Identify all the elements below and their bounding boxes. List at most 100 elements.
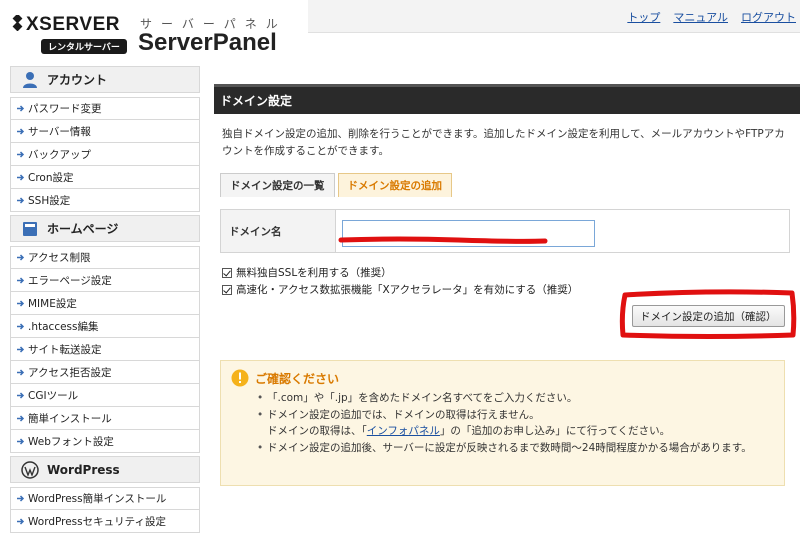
warning-icon: [231, 369, 249, 387]
sidebar-item-label: CGIツール: [28, 389, 79, 402]
sidebar-item-easy-install[interactable]: 簡単インストール: [11, 407, 199, 430]
sidebar-item-server-info[interactable]: サーバー情報: [11, 120, 199, 143]
sidebar: アカウント パスワード変更 サーバー情報 バックアップ Cron設定 SSH設定…: [10, 66, 200, 556]
arrow-right-icon: [17, 517, 25, 525]
xaccelerator-checkbox[interactable]: [222, 284, 232, 295]
server-panel-title: ServerPanel: [138, 29, 277, 56]
arrow-right-icon: [17, 322, 25, 330]
domain-name-label: ドメイン名: [221, 210, 336, 252]
arrow-right-icon: [17, 299, 25, 307]
domain-form: ドメイン名: [220, 209, 790, 253]
arrow-right-icon: [17, 150, 25, 158]
top-links: トップ マニュアル ログアウト: [627, 9, 796, 25]
sidebar-item-webfont[interactable]: Webフォント設定: [11, 430, 199, 453]
notice-subline: ドメインの取得は、「インフォパネル」の「追加のお申し込み」にて行ってください。: [267, 423, 777, 440]
sidebar-section-title: アカウント: [47, 73, 108, 87]
sidebar-item-label: バックアップ: [28, 148, 91, 161]
sidebar-item-label: エラーページ設定: [28, 274, 112, 287]
sidebar-item-wp-security[interactable]: WordPressセキュリティ設定: [11, 510, 199, 533]
logout-link[interactable]: ログアウト: [741, 9, 796, 25]
notice-title: ご確認ください: [255, 371, 340, 386]
sidebar-item-access-deny[interactable]: アクセス拒否設定: [11, 361, 199, 384]
arrow-right-icon: [17, 495, 25, 502]
notice-header: ご確認ください: [231, 369, 339, 387]
main-content: ドメイン設定 独自ドメイン設定の追加、削除を行うことができます。追加したドメイン…: [214, 84, 800, 327]
red-annotation-box: [619, 289, 797, 339]
notice-sub-before: ドメインの取得は、「: [267, 425, 367, 437]
wordpress-icon: [21, 460, 39, 479]
xaccelerator-label: 高速化・アクセス数拡張機能「Xアクセラレータ」を有効にする（推奨）: [236, 284, 579, 296]
xserver-logo-text: XSERVER: [26, 14, 120, 35]
domain-name-cell: [336, 210, 789, 252]
header: XSERVER レンタルサーバー サーバーパネル ServerPanel トップ…: [0, 0, 800, 66]
sidebar-item-mime[interactable]: MIME設定: [11, 292, 199, 315]
user-icon: [23, 71, 37, 88]
red-annotation-underline: [338, 236, 548, 244]
sidebar-section-title: WordPress: [47, 462, 120, 477]
notice-item-text: 「.com」や「.jp」を含めたドメイン名すべてをご入力ください。: [267, 392, 578, 404]
sidebar-list-homepage: アクセス制限 エラーページ設定 MIME設定 .htaccess編集 サイト転送…: [10, 246, 200, 453]
tab-domain-add[interactable]: ドメイン設定の追加: [337, 173, 452, 197]
notice-box: ご確認ください 「.com」や「.jp」を含めたドメイン名すべてをご入力ください…: [220, 360, 785, 486]
sidebar-item-cgi[interactable]: CGIツール: [11, 384, 199, 407]
intro-text: 独自ドメイン設定の追加、削除を行うことができます。追加したドメイン設定を利用して…: [222, 128, 785, 157]
tab-domain-list[interactable]: ドメイン設定の一覧: [220, 173, 335, 197]
free-ssl-checkbox[interactable]: [222, 267, 232, 278]
info-panel-link[interactable]: インフォパネル: [367, 425, 440, 437]
sidebar-item-password[interactable]: パスワード変更: [11, 97, 199, 120]
rental-server-badge: レンタルサーバー: [41, 39, 127, 54]
free-ssl-label: 無料独自SSLを利用する（推奨）: [236, 267, 392, 279]
sidebar-item-label: パスワード変更: [28, 103, 102, 115]
arrow-right-icon: [17, 391, 25, 399]
sidebar-item-label: サイト転送設定: [28, 343, 102, 356]
sidebar-item-label: サーバー情報: [28, 125, 91, 138]
sidebar-item-redirect[interactable]: サイト転送設定: [11, 338, 199, 361]
arrow-right-icon: [17, 127, 25, 135]
sidebar-item-wp-install[interactable]: WordPress簡単インストール: [11, 487, 199, 510]
arrow-right-icon: [17, 196, 25, 204]
sidebar-item-label: Cron設定: [28, 171, 74, 184]
notice-item-text: ドメイン設定の追加では、ドメインの取得は行えません。: [267, 408, 540, 421]
arrow-right-icon: [17, 254, 25, 261]
sidebar-section-wordpress: WordPress: [10, 456, 200, 483]
sidebar-item-label: MIME設定: [28, 297, 77, 310]
sidebar-item-error-page[interactable]: エラーページ設定: [11, 269, 199, 292]
sidebar-item-label: 簡単インストール: [28, 412, 112, 425]
sidebar-list-wordpress: WordPress簡単インストール WordPressセキュリティ設定: [10, 487, 200, 533]
sidebar-item-label: Webフォント設定: [28, 435, 114, 448]
xaccelerator-checkbox-row[interactable]: 高速化・アクセス数拡張機能「Xアクセラレータ」を有効にする（推奨）: [222, 282, 578, 297]
arrow-right-icon: [17, 437, 25, 445]
arrow-right-icon: [17, 105, 25, 112]
free-ssl-checkbox-row[interactable]: 無料独自SSLを利用する（推奨）: [222, 265, 392, 280]
sidebar-item-ssh[interactable]: SSH設定: [11, 189, 199, 212]
logo[interactable]: XSERVER レンタルサーバー サーバーパネル ServerPanel: [10, 8, 300, 63]
sidebar-item-access-limit[interactable]: アクセス制限: [11, 246, 199, 269]
arrow-right-icon: [17, 345, 25, 353]
sidebar-section-account: アカウント: [10, 66, 200, 93]
page-title: ドメイン設定: [214, 84, 800, 114]
sidebar-section-homepage: ホームページ: [10, 215, 200, 242]
notice-item: ドメイン設定の追加後、サーバーに設定が反映されるまで数時間〜24時間程度かかる場…: [257, 440, 777, 457]
sidebar-item-cron[interactable]: Cron設定: [11, 166, 199, 189]
arrow-right-icon: [17, 368, 25, 376]
header-bar: トップ マニュアル ログアウト: [308, 0, 800, 33]
top-link[interactable]: トップ: [627, 9, 660, 25]
sidebar-item-label: SSH設定: [28, 194, 71, 207]
arrow-right-icon: [17, 276, 25, 284]
sidebar-list-account: パスワード変更 サーバー情報 バックアップ Cron設定 SSH設定: [10, 97, 200, 212]
arrow-right-icon: [17, 173, 25, 181]
sidebar-item-label: アクセス拒否設定: [28, 366, 112, 379]
notice-item: 「.com」や「.jp」を含めたドメイン名すべてをご入力ください。: [257, 390, 777, 407]
sidebar-item-label: .htaccess編集: [28, 320, 99, 333]
sidebar-item-backup[interactable]: バックアップ: [11, 143, 199, 166]
notice-list: 「.com」や「.jp」を含めたドメイン名すべてをご入力ください。 ドメイン設定…: [257, 390, 777, 456]
xserver-diamond-icon: [12, 15, 23, 31]
book-icon: [23, 221, 37, 236]
arrow-right-icon: [17, 414, 25, 422]
sidebar-section-title: ホームページ: [47, 222, 119, 236]
sidebar-item-htaccess[interactable]: .htaccess編集: [11, 315, 199, 338]
manual-link[interactable]: マニュアル: [673, 9, 728, 25]
notice-sub-after: 」の「追加のお申し込み」にて行ってください。: [439, 425, 671, 437]
notice-item-text: ドメイン設定の追加後、サーバーに設定が反映されるまで数時間〜24時間程度かかる場…: [267, 441, 752, 454]
sidebar-item-label: アクセス制限: [28, 252, 91, 264]
